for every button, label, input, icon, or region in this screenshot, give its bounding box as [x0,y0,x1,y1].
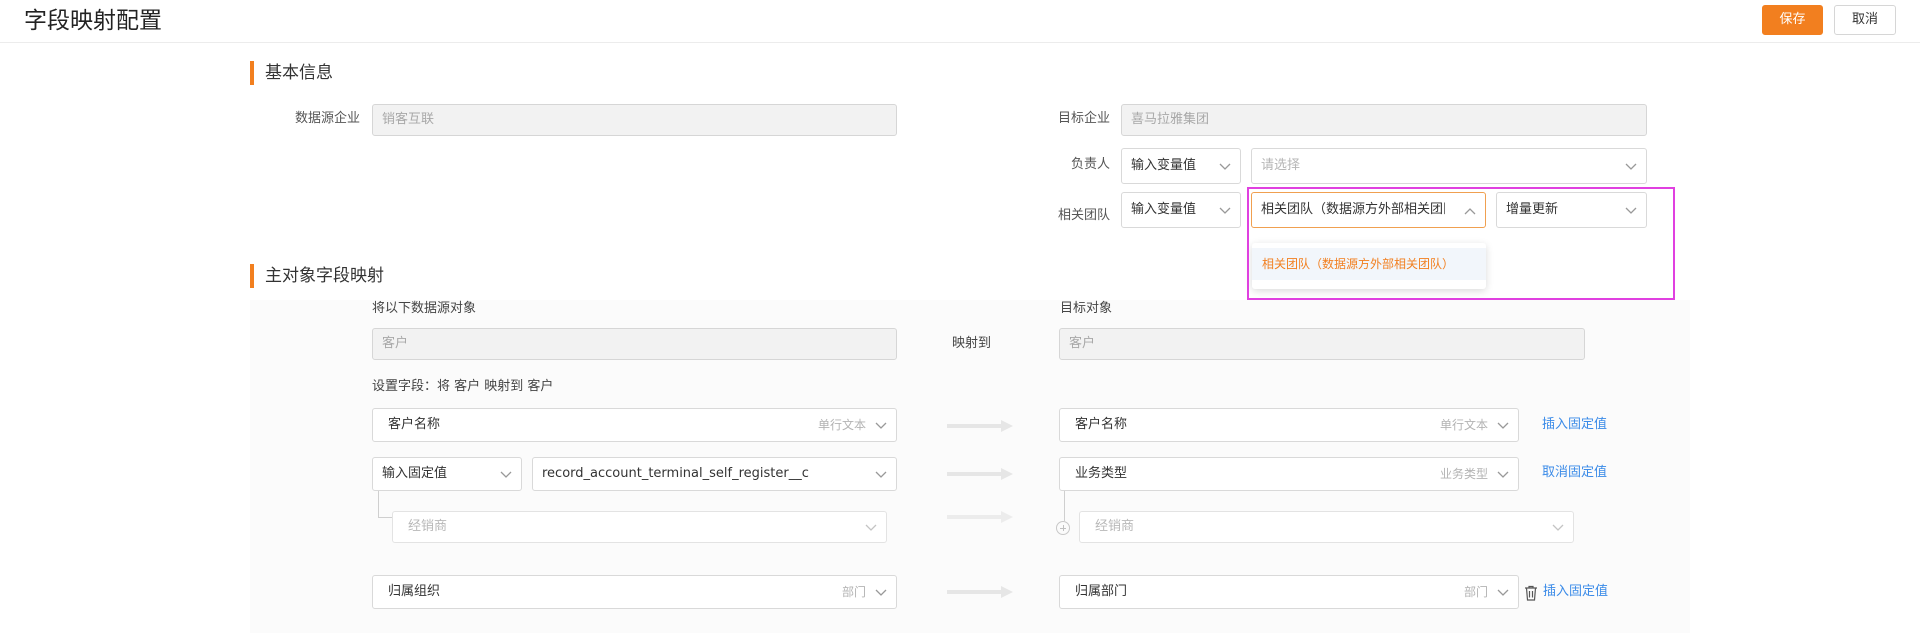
chevron-down-icon [500,458,512,490]
source-company-value: 销客互联 [382,112,435,127]
target-field-type: 业务类型 [1439,467,1488,481]
arrow-right-icon [947,511,1013,523]
section-marker [250,61,254,85]
chevron-down-icon [875,576,887,608]
target-field-select[interactable]: 客户名称 单行文本 [1059,408,1519,442]
chevron-down-icon [1552,512,1564,542]
owner-mode-value: 输入变量值 [1131,158,1197,173]
target-company-label: 目标企业 [1057,111,1110,126]
owner-label: 负责人 [1070,157,1110,172]
source-field-select[interactable]: 归属组织 部门 [372,575,897,609]
arrow-right-icon [947,586,1013,598]
tree-connector [1064,491,1065,521]
target-company-field: 喜马拉雅集团 [1121,104,1647,136]
chevron-down-icon [1219,149,1231,183]
team-label: 相关团队 [1057,208,1110,223]
owner-select[interactable]: 请选择 [1251,148,1647,184]
insert-fixed-value-link[interactable]: 插入固定值 [1542,410,1607,440]
target-subfield-name: 经销商 [1095,519,1135,534]
chevron-down-icon [1625,149,1637,183]
target-object-label: 目标对象 [1060,301,1113,316]
chevron-down-icon [1219,193,1231,227]
arrow-right-icon [947,420,1013,432]
owner-mode-select[interactable]: 输入变量值 [1121,148,1241,184]
chevron-down-icon [865,512,877,542]
target-field-name: 客户名称 [1075,417,1128,432]
chevron-down-icon [1497,409,1509,441]
target-field-name: 业务类型 [1075,466,1128,481]
chevron-down-icon [1497,458,1509,490]
fixed-value: record_account_terminal_self_register__c [542,466,809,481]
source-object-label: 将以下数据源对象 [372,301,477,316]
source-field-select[interactable]: 客户名称 单行文本 [372,408,897,442]
target-object-field: 客户 [1059,328,1585,360]
source-field-type: 部门 [841,585,866,599]
highlight-box [1247,187,1675,300]
chevron-down-icon [875,458,887,490]
page-title: 字段映射配置 [24,8,162,34]
tree-connector [378,517,392,518]
chevron-down-icon [1497,576,1509,608]
target-field-type: 单行文本 [1439,418,1488,432]
target-company-value: 喜马拉雅集团 [1131,112,1210,127]
target-object-value: 客户 [1069,336,1096,351]
target-field-select[interactable]: 归属部门 部门 [1059,575,1519,609]
source-subfield-name: 经销商 [408,519,448,534]
arrow-right-icon [947,468,1013,480]
source-field-type: 单行文本 [817,418,866,432]
target-subfield-select[interactable]: 经销商 [1079,511,1574,543]
fixed-value-select[interactable]: record_account_terminal_self_register__c [532,457,897,491]
cancel-fixed-value-link[interactable]: 取消固定值 [1542,458,1607,488]
chevron-down-icon [875,409,887,441]
team-mode-value: 输入变量值 [1131,202,1197,217]
trash-icon[interactable] [1524,585,1538,601]
add-subfield-icon[interactable] [1056,521,1070,535]
target-field-type: 部门 [1463,585,1488,599]
insert-fixed-value-link[interactable]: 插入固定值 [1543,577,1608,607]
target-field-name: 归属部门 [1075,584,1128,599]
save-button[interactable]: 保存 [1762,5,1823,35]
section-title-mapping: 主对象字段映射 [265,266,384,286]
owner-placeholder: 请选择 [1261,158,1301,173]
source-field-name: 归属组织 [388,584,441,599]
cancel-button[interactable]: 取消 [1834,5,1896,35]
source-object-value: 客户 [382,336,409,351]
tree-connector [378,491,379,517]
source-object-field: 客户 [372,328,897,360]
header-divider [0,42,1920,43]
source-subfield-select[interactable]: 经销商 [392,511,887,543]
target-field-select[interactable]: 业务类型 业务类型 [1059,457,1519,491]
section-marker [250,264,254,288]
team-mode-select[interactable]: 输入变量值 [1121,192,1241,228]
map-to-label: 映射到 [952,336,992,351]
section-title-basic: 基本信息 [265,63,333,83]
source-company-label: 数据源企业 [294,111,360,126]
source-mode-select[interactable]: 输入固定值 [372,457,522,491]
source-company-field: 销客互联 [372,104,897,136]
source-mode-value: 输入固定值 [382,466,448,481]
fields-caption: 设置字段：将 客户 映射到 客户 [372,379,554,394]
source-field-name: 客户名称 [388,417,441,432]
